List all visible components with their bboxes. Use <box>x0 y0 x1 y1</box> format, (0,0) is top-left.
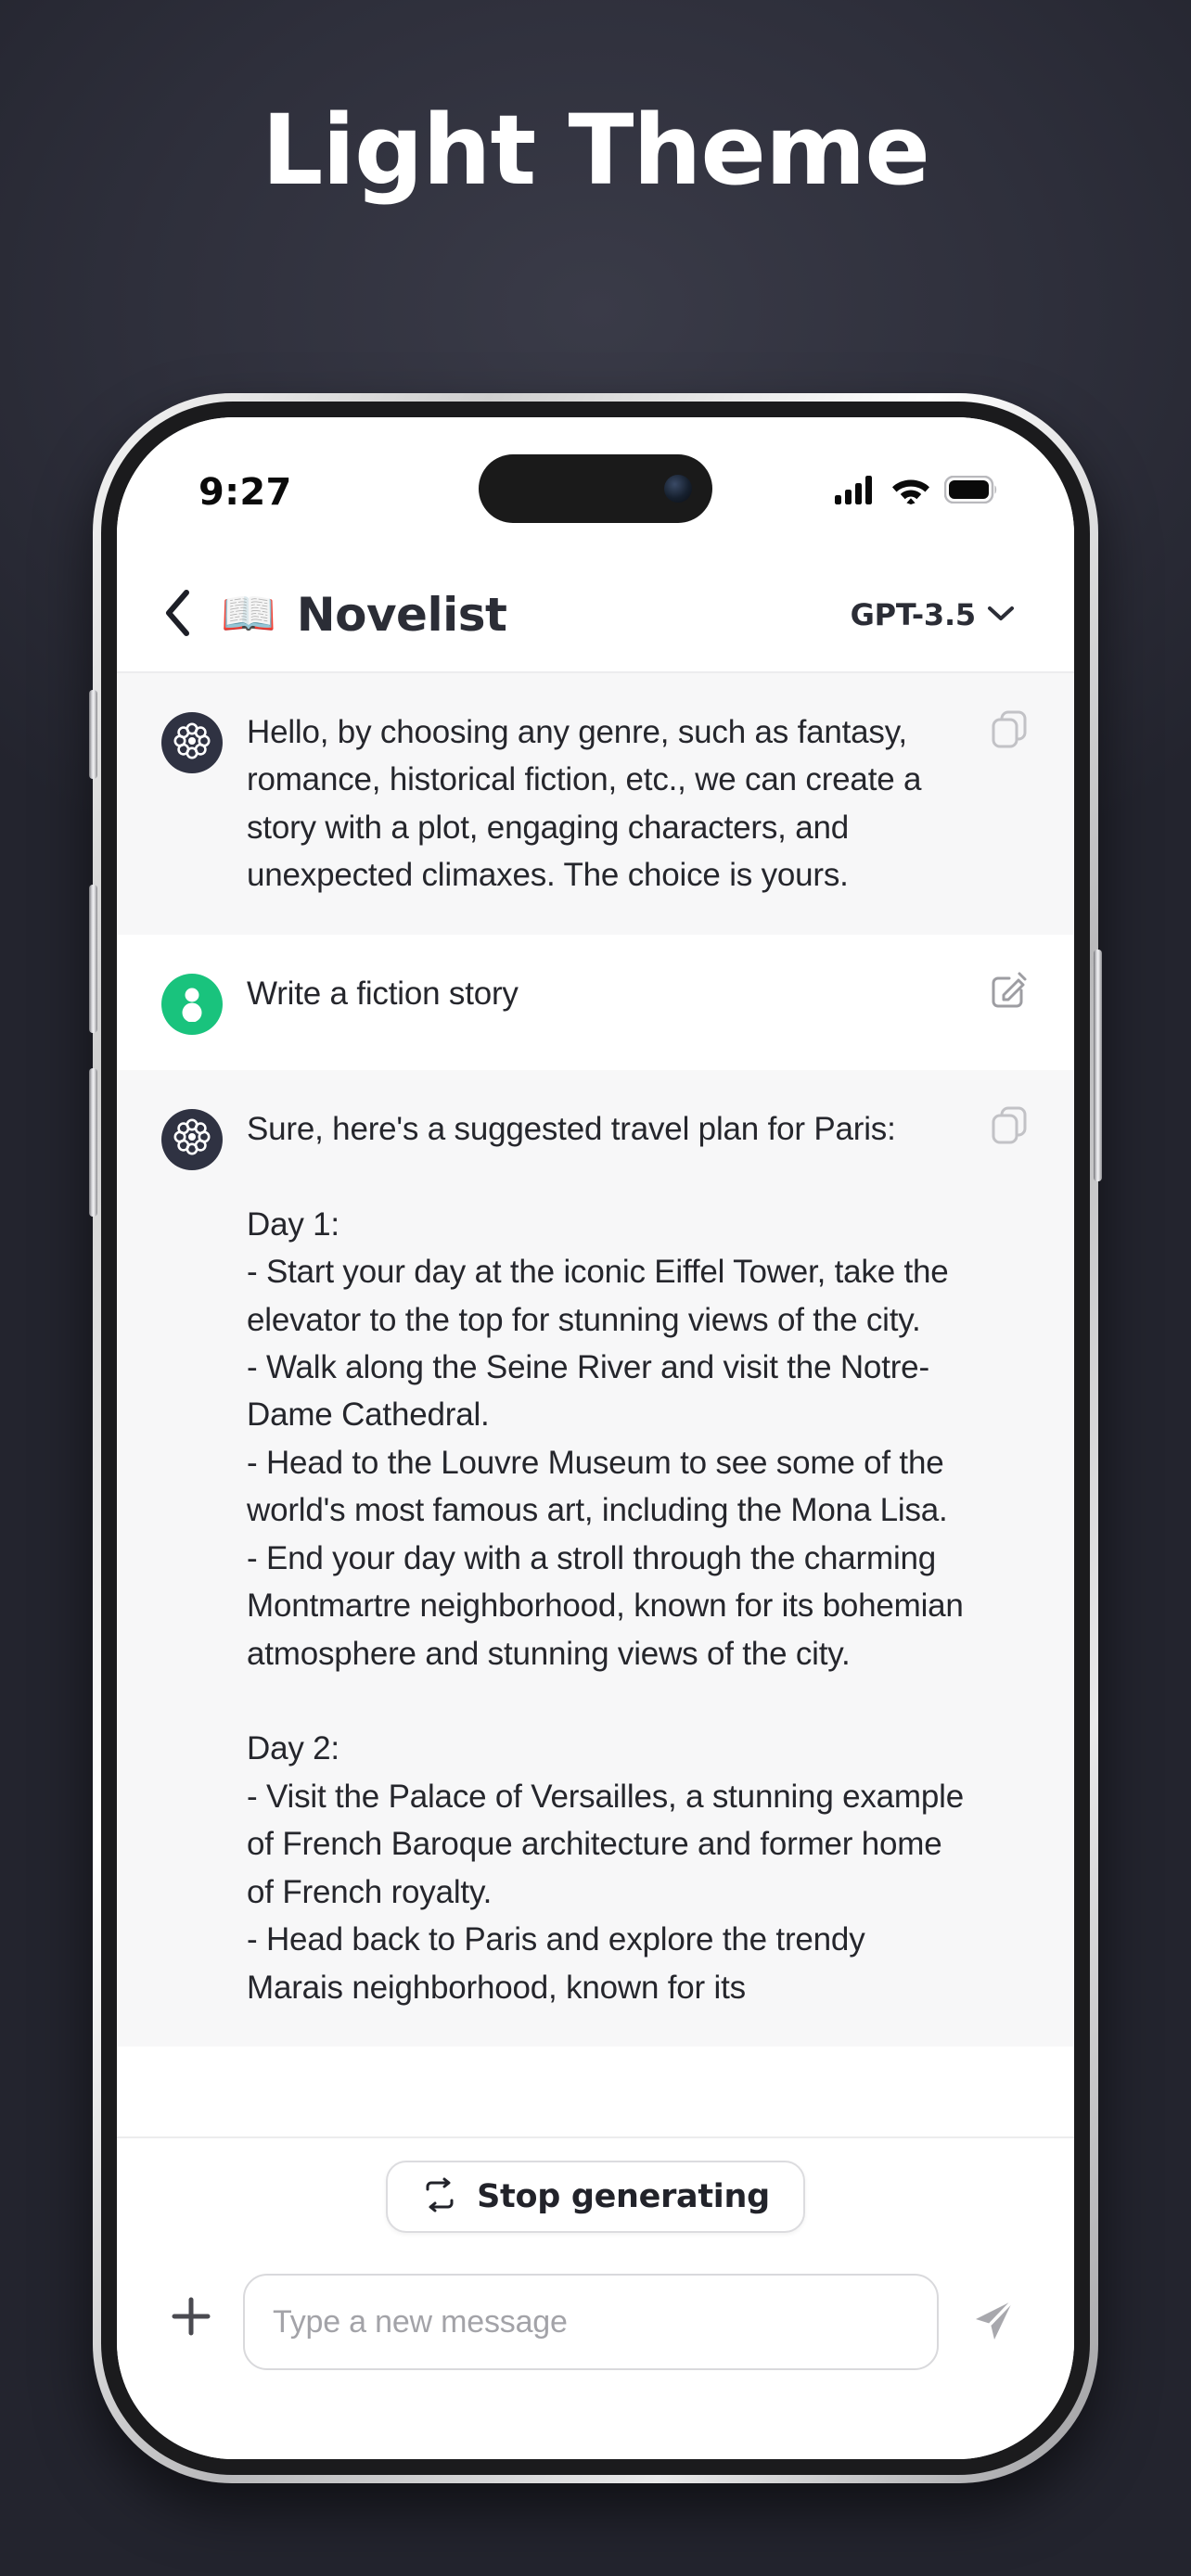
openai-rosette-icon <box>172 721 212 766</box>
cellular-signal-icon <box>835 475 877 509</box>
avatar <box>161 973 223 1035</box>
chat-title: Novelist <box>296 588 507 642</box>
openai-rosette-icon <box>172 1116 212 1162</box>
stop-generating-button[interactable]: Stop generating <box>386 2161 805 2233</box>
copy-icon <box>988 708 1031 755</box>
status-bar: 9:27 <box>117 417 1074 558</box>
copy-icon <box>988 1103 1031 1151</box>
edit-message-button[interactable] <box>985 968 1033 1016</box>
phone-frame: 9:27 📖 Novelist GPT-3.5 Hello, by choosi… <box>89 393 1102 2483</box>
message-input-placeholder: Type a new message <box>273 2303 568 2340</box>
copy-message-button[interactable] <box>985 707 1033 755</box>
chat-message-list[interactable]: Hello, by choosing any genre, such as fa… <box>117 673 1074 2136</box>
open-book-icon: 📖 <box>221 590 276 639</box>
front-camera-icon <box>664 475 692 503</box>
regenerate-arrows-icon <box>421 2176 458 2218</box>
app-header: 📖 Novelist GPT-3.5 <box>117 558 1074 673</box>
model-selector[interactable]: GPT-3.5 <box>851 597 1015 632</box>
chevron-down-icon <box>987 604 1015 627</box>
user-person-icon <box>172 981 212 1027</box>
status-icons-group <box>835 471 998 509</box>
message-text: Hello, by choosing any genre, such as fa… <box>247 714 930 894</box>
dynamic-island <box>479 454 712 523</box>
power-button[interactable] <box>1094 950 1102 1181</box>
chat-title-group: 📖 Novelist <box>221 588 851 642</box>
message-body: Hello, by choosing any genre, such as fa… <box>247 708 1022 899</box>
avatar <box>161 712 223 773</box>
stop-generating-label: Stop generating <box>477 2178 770 2215</box>
wifi-icon <box>890 475 931 509</box>
mute-switch-button[interactable] <box>89 690 97 779</box>
status-time: 9:27 <box>198 471 292 514</box>
phone-bezel: 9:27 📖 Novelist GPT-3.5 Hello, by choosi… <box>101 402 1090 2475</box>
message-composer: Type a new message <box>117 2255 1074 2459</box>
message-input[interactable]: Type a new message <box>243 2274 939 2370</box>
model-label: GPT-3.5 <box>850 597 977 632</box>
back-button[interactable] <box>161 589 221 642</box>
add-attachment-button[interactable] <box>161 2274 221 2363</box>
chat-message-assistant: Hello, by choosing any genre, such as fa… <box>117 673 1074 935</box>
message-body: Write a fiction story <box>247 970 1022 1035</box>
message-body: Sure, here's a suggested travel plan for… <box>247 1105 1022 2011</box>
plus-icon <box>167 2292 215 2345</box>
battery-icon <box>943 475 998 508</box>
phone-screen: 9:27 📖 Novelist GPT-3.5 Hello, by choosi… <box>117 417 1074 2459</box>
send-paper-plane-icon <box>965 2291 1022 2353</box>
volume-up-button[interactable] <box>89 885 97 1033</box>
copy-message-button[interactable] <box>985 1103 1033 1152</box>
edit-pencil-icon <box>988 968 1031 1015</box>
message-text: Sure, here's a suggested travel plan for… <box>247 1110 964 2006</box>
avatar <box>161 1108 223 1170</box>
message-text: Write a fiction story <box>247 975 519 1012</box>
stop-generating-bar: Stop generating <box>117 2136 1074 2255</box>
chevron-left-icon <box>161 589 193 642</box>
send-button[interactable] <box>961 2274 1026 2370</box>
volume-down-button[interactable] <box>89 1068 97 1217</box>
chat-message-user: Write a fiction story <box>117 934 1074 1070</box>
page-title: Light Theme <box>262 94 930 207</box>
chat-message-assistant: Sure, here's a suggested travel plan for… <box>117 1069 1074 2047</box>
